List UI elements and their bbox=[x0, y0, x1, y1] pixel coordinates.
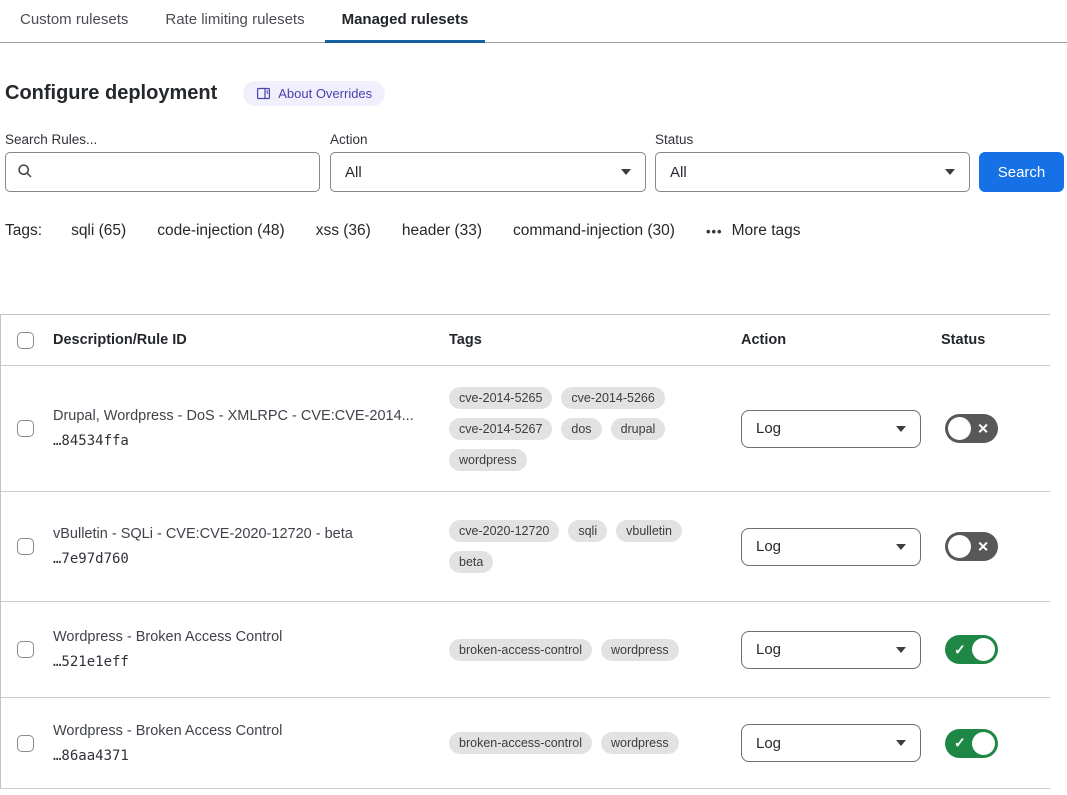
rule-id: …84534ffa bbox=[53, 433, 449, 449]
chevron-down-icon bbox=[896, 426, 906, 432]
tab-bar: Custom rulesets Rate limiting rulesets M… bbox=[0, 0, 1067, 43]
rule-tag[interactable]: cve-2020-12720 bbox=[449, 520, 559, 542]
rule-description: Wordpress - Broken Access Control bbox=[53, 629, 449, 645]
row-checkbox[interactable] bbox=[17, 641, 34, 658]
tab-managed-rulesets[interactable]: Managed rulesets bbox=[325, 0, 486, 43]
rule-action-value: Log bbox=[756, 735, 781, 752]
tags-bar: Tags: sqli (65) code-injection (48) xss … bbox=[5, 222, 1067, 240]
col-action: Action bbox=[741, 332, 941, 348]
search-button[interactable]: Search bbox=[979, 152, 1064, 192]
check-icon: ✓ bbox=[954, 642, 966, 656]
rule-tag[interactable]: sqli bbox=[568, 520, 607, 542]
tag-link-xss[interactable]: xss (36) bbox=[316, 222, 371, 240]
rule-tag[interactable]: dos bbox=[561, 418, 601, 440]
rule-tag[interactable]: cve-2014-5265 bbox=[449, 387, 552, 409]
status-field: Status All bbox=[655, 132, 970, 192]
select-all-checkbox[interactable] bbox=[17, 332, 34, 349]
chevron-down-icon bbox=[896, 647, 906, 653]
tag-link-header[interactable]: header (33) bbox=[402, 222, 482, 240]
tag-link-command-injection[interactable]: command-injection (30) bbox=[513, 222, 675, 240]
table-row: Drupal, Wordpress - DoS - XMLRPC - CVE:C… bbox=[1, 366, 1050, 492]
action-field: Action All bbox=[330, 132, 646, 192]
status-select[interactable]: All bbox=[655, 152, 970, 192]
rule-description: Wordpress - Broken Access Control bbox=[53, 723, 449, 739]
search-field: Search Rules... bbox=[5, 132, 320, 192]
chevron-down-icon bbox=[896, 740, 906, 746]
x-icon: ✕ bbox=[977, 539, 989, 553]
action-select[interactable]: All bbox=[330, 152, 646, 192]
tags-bar-label: Tags: bbox=[5, 222, 42, 240]
search-label: Search Rules... bbox=[5, 132, 320, 147]
tag-link-sqli[interactable]: sqli (65) bbox=[71, 222, 126, 240]
status-select-value: All bbox=[670, 164, 687, 181]
chevron-down-icon bbox=[896, 544, 906, 550]
status-label: Status bbox=[655, 132, 970, 147]
rule-status-toggle[interactable]: ✓ bbox=[945, 729, 998, 758]
rule-description: Drupal, Wordpress - DoS - XMLRPC - CVE:C… bbox=[53, 408, 449, 424]
rule-action-value: Log bbox=[756, 538, 781, 555]
check-icon: ✓ bbox=[954, 736, 966, 750]
row-checkbox[interactable] bbox=[17, 420, 34, 437]
about-overrides-label: About Overrides bbox=[278, 86, 372, 101]
rule-action-value: Log bbox=[756, 641, 781, 658]
rule-id: …7e97d760 bbox=[53, 551, 449, 567]
rule-tag[interactable]: broken-access-control bbox=[449, 639, 592, 661]
rule-status-toggle[interactable]: ✓ bbox=[945, 635, 998, 664]
table-row: Wordpress - Broken Access Control …521e1… bbox=[1, 602, 1050, 698]
rule-status-toggle[interactable]: ✕ bbox=[945, 414, 998, 443]
rule-tag[interactable]: wordpress bbox=[449, 449, 527, 471]
rule-tag[interactable]: drupal bbox=[611, 418, 666, 440]
toggle-knob bbox=[948, 417, 971, 440]
search-input[interactable] bbox=[5, 152, 320, 192]
tab-rate-limiting-rulesets[interactable]: Rate limiting rulesets bbox=[148, 0, 321, 43]
row-checkbox[interactable] bbox=[17, 735, 34, 752]
rules-table: Description/Rule ID Tags Action Status D… bbox=[0, 314, 1050, 789]
toggle-knob bbox=[948, 535, 971, 558]
filters-row: Search Rules... Action All Status All Se… bbox=[5, 132, 1067, 192]
rule-tag[interactable]: broken-access-control bbox=[449, 732, 592, 754]
rule-tag[interactable]: cve-2014-5267 bbox=[449, 418, 552, 440]
col-status: Status bbox=[941, 332, 1050, 348]
action-select-value: All bbox=[345, 164, 362, 181]
chevron-down-icon bbox=[621, 169, 631, 175]
rule-description: vBulletin - SQLi - CVE:CVE-2020-12720 - … bbox=[53, 526, 449, 542]
rule-action-select[interactable]: Log bbox=[741, 410, 921, 448]
table-header-row: Description/Rule ID Tags Action Status bbox=[1, 315, 1050, 366]
rule-tag[interactable]: wordpress bbox=[601, 732, 679, 754]
page-title: Configure deployment bbox=[5, 82, 217, 105]
table-row: Wordpress - Broken Access Control …86aa4… bbox=[1, 698, 1050, 789]
tag-link-code-injection[interactable]: code-injection (48) bbox=[157, 222, 285, 240]
book-icon bbox=[256, 86, 271, 101]
rule-id: …86aa4371 bbox=[53, 748, 449, 764]
col-description: Description/Rule ID bbox=[53, 332, 449, 348]
rule-id: …521e1eff bbox=[53, 654, 449, 670]
more-tags-label: More tags bbox=[732, 222, 801, 240]
rule-action-select[interactable]: Log bbox=[741, 631, 921, 669]
heading-row: Configure deployment About Overrides bbox=[5, 81, 1067, 106]
x-icon: ✕ bbox=[977, 421, 989, 435]
toggle-knob bbox=[972, 732, 995, 755]
rule-tag[interactable]: beta bbox=[449, 551, 493, 573]
ellipsis-icon: ••• bbox=[706, 224, 723, 239]
table-row: vBulletin - SQLi - CVE:CVE-2020-12720 - … bbox=[1, 492, 1050, 602]
search-icon bbox=[17, 163, 33, 184]
tab-custom-rulesets[interactable]: Custom rulesets bbox=[3, 0, 145, 43]
rule-tag[interactable]: wordpress bbox=[601, 639, 679, 661]
rule-action-select[interactable]: Log bbox=[741, 724, 921, 762]
more-tags-button[interactable]: ••• More tags bbox=[706, 222, 801, 240]
action-label: Action bbox=[330, 132, 646, 147]
row-checkbox[interactable] bbox=[17, 538, 34, 555]
toggle-knob bbox=[972, 638, 995, 661]
chevron-down-icon bbox=[945, 169, 955, 175]
rule-tag[interactable]: cve-2014-5266 bbox=[561, 387, 664, 409]
rule-action-select[interactable]: Log bbox=[741, 528, 921, 566]
col-tags: Tags bbox=[449, 332, 741, 348]
rule-action-value: Log bbox=[756, 420, 781, 437]
about-overrides-link[interactable]: About Overrides bbox=[243, 81, 385, 106]
rule-tag[interactable]: vbulletin bbox=[616, 520, 682, 542]
rule-status-toggle[interactable]: ✕ bbox=[945, 532, 998, 561]
